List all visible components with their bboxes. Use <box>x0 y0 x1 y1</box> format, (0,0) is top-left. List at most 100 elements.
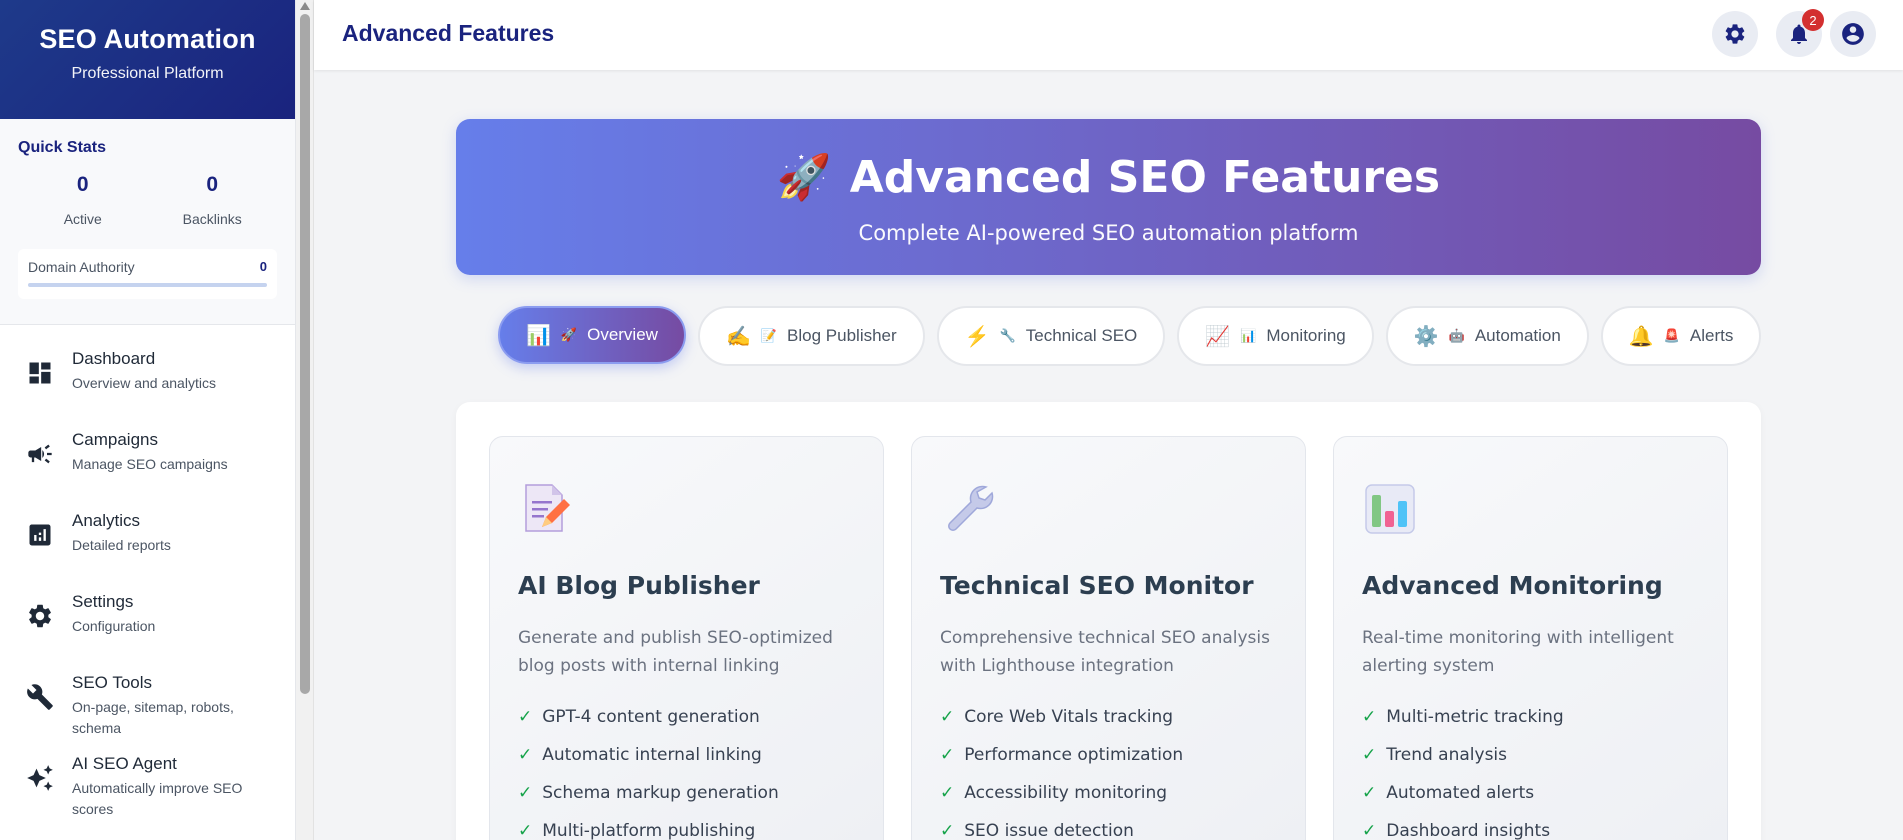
check-icon: ✓ <box>940 821 955 840</box>
feature-list: ✓ Multi-metric tracking ✓ Trend analysis ✓… <box>1362 698 1699 840</box>
profile-button[interactable] <box>1830 11 1876 57</box>
sidebar-item-seo-tools[interactable]: SEO Tools On-page, sitemap, robots, sche… <box>0 663 295 744</box>
memo-pencil-icon <box>525 484 570 532</box>
brand-title: SEO Automation <box>39 24 256 54</box>
sidebar-item-settings[interactable]: Settings Configuration <box>0 582 295 663</box>
stat-label: Backlinks <box>182 211 242 227</box>
list-item: ✓ Accessibility monitoring <box>940 783 1168 803</box>
domain-authority-box: Domain Authority 0 <box>18 249 277 299</box>
notifications-button[interactable]: 2 <box>1776 9 1824 57</box>
notification-badge: 2 <box>1802 9 1824 31</box>
sidebar-item-campaigns[interactable]: Campaigns Manage SEO campaigns <box>0 420 295 501</box>
quick-stats-panel: Quick Stats 0 Active 0 Backlinks Domain … <box>0 119 295 325</box>
sidebar-item-label: Dashboard <box>72 349 156 368</box>
list-item: ✓ Trend analysis <box>1362 745 1508 765</box>
tab-overview[interactable]: 📊 🚀 Overview <box>498 306 686 364</box>
feature-tabs: 📊 🚀 Overview ✍️ 📝 Blog Publisher ⚡ 🔧 Tec… <box>498 306 1762 366</box>
check-icon: ✓ <box>518 783 533 803</box>
tab-label: Technical SEO <box>1025 326 1138 345</box>
trend-up-icon: 📈 <box>1205 325 1231 348</box>
settings-button[interactable] <box>1712 11 1758 57</box>
sidebar-item-label: Campaigns <box>72 430 158 449</box>
sidebar-item-label: Analytics <box>72 511 141 530</box>
stat-backlinks: 0 Backlinks <box>148 173 278 227</box>
feature-list: ✓ Core Web Vitals tracking ✓ Performance o… <box>940 698 1277 840</box>
sidebar-item-desc: Overview and analytics <box>72 375 216 391</box>
check-icon: ✓ <box>940 783 955 803</box>
sidebar-item-ai-seo-agent[interactable]: AI SEO Agent Automatically improve SEO s… <box>0 744 295 825</box>
scrollbar-thumb[interactable] <box>300 14 310 694</box>
sidebar-item-dashboard[interactable]: Dashboard Overview and analytics <box>0 339 295 420</box>
domain-authority-label: Domain Authority <box>28 259 135 275</box>
sidebar-item-desc: Configuration <box>72 618 156 634</box>
domain-authority-bar <box>28 283 267 287</box>
lightning-icon: ⚡ <box>964 325 990 348</box>
tab-label: Automation <box>1474 326 1561 345</box>
domain-authority-value: 0 <box>259 259 267 274</box>
feature-list: ✓ GPT-4 content generation ✓ Automatic int… <box>518 698 855 840</box>
card-description: Comprehensive technical SEO analysis wit… <box>940 628 1270 676</box>
sidebar-item-label: SEO Tools <box>72 673 153 692</box>
quick-stats-title: Quick Stats <box>18 139 107 156</box>
sidebar-item-label: AI SEO Agent <box>72 754 177 773</box>
sidebar: SEO Automation Professional Platform Qui… <box>0 0 296 840</box>
sidebar-item-label: Settings <box>72 592 134 611</box>
hero-banner: 🚀 Advanced SEO Features Complete AI-powe… <box>456 119 1761 275</box>
bar-chart-icon: 📊 <box>1240 328 1257 343</box>
writing-hand-icon: ✍️ <box>725 325 751 348</box>
list-item: ✓ Core Web Vitals tracking <box>940 707 1174 727</box>
megaphone-icon <box>28 444 52 464</box>
sidebar-item-desc: Automatically improve SEO scores <box>72 780 243 817</box>
siren-icon: 🚨 <box>1663 328 1680 343</box>
sidebar-scrollbar[interactable] <box>296 0 314 840</box>
bar-chart-icon <box>1365 484 1415 534</box>
gear-icon <box>1725 24 1745 44</box>
check-icon: ✓ <box>1362 783 1377 803</box>
rocket-icon: 🚀 <box>776 152 832 203</box>
sidebar-item-analytics[interactable]: Analytics Detailed reports <box>0 501 295 582</box>
account-circle-icon <box>1842 23 1864 45</box>
features-panel: AI Blog Publisher Generate and publish S… <box>456 402 1761 840</box>
tab-technical-seo[interactable]: ⚡ 🔧 Technical SEO <box>936 306 1166 366</box>
check-icon: ✓ <box>518 707 533 727</box>
stat-active: 0 Active <box>18 173 148 227</box>
gear-icon <box>29 604 51 628</box>
check-icon: ✓ <box>940 745 955 765</box>
tab-automation[interactable]: ⚙️ 🤖 Automation <box>1385 306 1589 366</box>
tab-blog-publisher[interactable]: ✍️ 📝 Blog Publisher <box>697 306 925 366</box>
dashboard-icon <box>29 362 51 384</box>
feature-card-blog-publisher: AI Blog Publisher Generate and publish S… <box>489 436 884 840</box>
stat-value: 0 <box>76 173 89 196</box>
list-item: ✓ Performance optimization <box>940 745 1184 765</box>
page-title: Advanced Features <box>342 20 555 46</box>
check-icon: ✓ <box>940 707 955 727</box>
list-item: ✓ Automated alerts <box>1362 783 1535 803</box>
list-item: ✓ Dashboard insights <box>1362 821 1551 840</box>
tab-alerts[interactable]: 🔔 🚨 Alerts <box>1600 306 1762 366</box>
tab-label: Alerts <box>1689 326 1734 345</box>
wrench-icon: 🔧 <box>999 328 1016 343</box>
analytics-icon <box>29 524 51 546</box>
bar-chart-icon: 📊 <box>526 324 551 347</box>
check-icon: ✓ <box>1362 707 1377 727</box>
card-description: Generate and publish SEO-optimized blog … <box>518 628 833 676</box>
robot-icon: 🤖 <box>1448 328 1465 343</box>
feature-card-monitoring: Advanced Monitoring Real-time monitoring… <box>1333 436 1728 840</box>
check-icon: ✓ <box>518 821 533 840</box>
tab-label: Monitoring <box>1266 326 1346 345</box>
tab-monitoring[interactable]: 📈 📊 Monitoring <box>1177 306 1374 366</box>
sidebar-item-desc: Detailed reports <box>72 537 171 553</box>
list-item: ✓ SEO issue detection <box>940 821 1134 840</box>
list-item: ✓ Multi-platform publishing <box>518 821 756 840</box>
check-icon: ✓ <box>518 745 533 765</box>
scroll-up-arrow-icon[interactable] <box>300 2 310 10</box>
check-icon: ✓ <box>1362 745 1377 765</box>
card-title: Advanced Monitoring <box>1362 571 1663 600</box>
bell-icon: 🔔 <box>1628 325 1654 348</box>
sidebar-item-desc: On-page, sitemap, robots, schema <box>72 699 234 736</box>
feature-card-technical-seo: Technical SEO Monitor Comprehensive tech… <box>911 436 1306 840</box>
check-icon: ✓ <box>1362 821 1377 840</box>
brand-header: SEO Automation Professional Platform <box>0 0 295 119</box>
tab-label: Blog Publisher <box>787 326 897 345</box>
card-description: Real-time monitoring with intelligent al… <box>1362 628 1674 676</box>
